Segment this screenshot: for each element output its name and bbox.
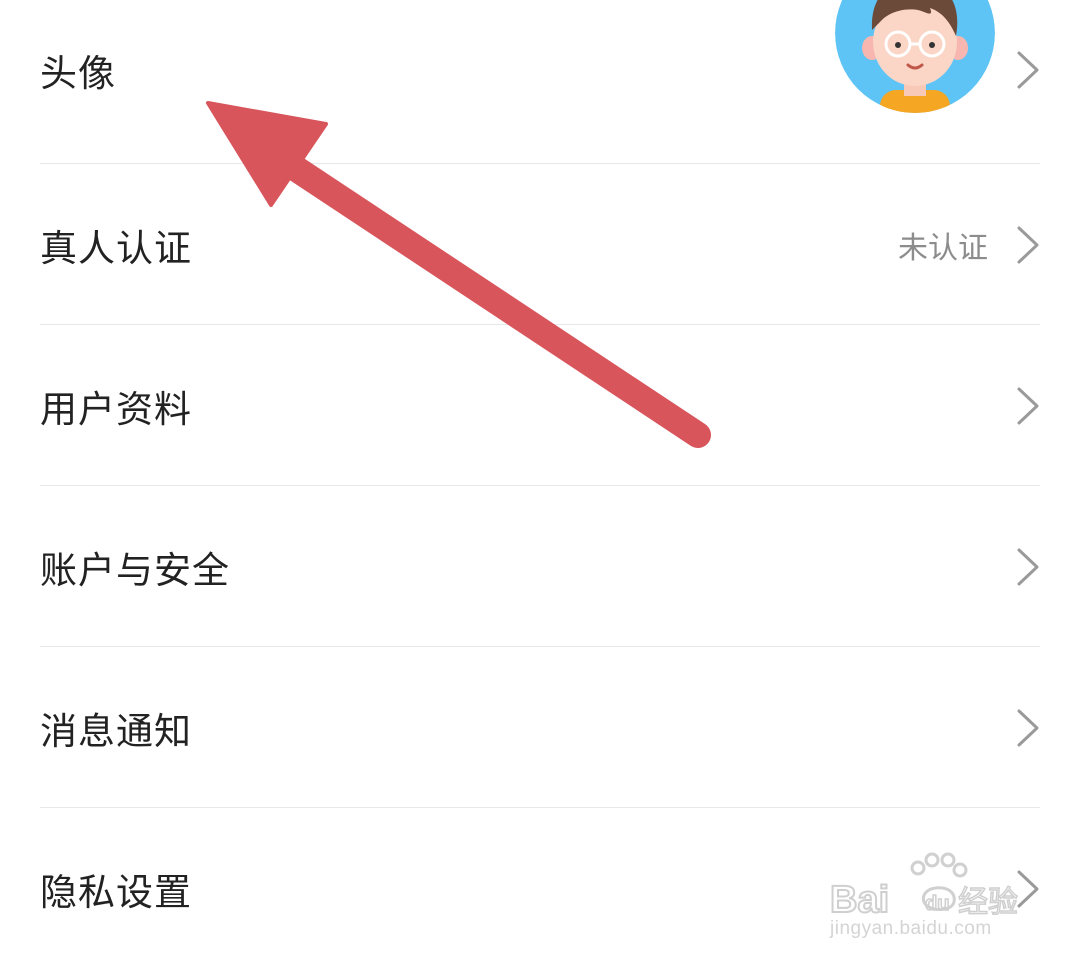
- svg-text:经验: 经验: [958, 885, 1018, 920]
- chevron-right-icon: [1017, 387, 1039, 424]
- settings-row-real-name-verification[interactable]: 真人认证 未认证: [0, 164, 1080, 325]
- chevron-right-icon: [1017, 226, 1039, 263]
- svg-text:Bai: Bai: [830, 879, 889, 921]
- settings-row-avatar[interactable]: 头像: [0, 0, 1080, 164]
- row-label-verification: 真人认证: [40, 226, 192, 270]
- verification-status: 未认证: [898, 230, 988, 266]
- chevron-right-icon: [1017, 709, 1039, 746]
- row-label-avatar: 头像: [40, 52, 116, 95]
- watermark-url: jingyan.baidu.com: [830, 918, 992, 939]
- settings-row-user-profile[interactable]: 用户资料: [0, 325, 1080, 486]
- svg-text:du: du: [925, 893, 949, 915]
- row-label-account-security: 账户与安全: [40, 548, 230, 592]
- chevron-right-icon: [1017, 51, 1039, 89]
- settings-row-account-security[interactable]: 账户与安全: [0, 486, 1080, 647]
- settings-row-notifications[interactable]: 消息通知: [0, 647, 1080, 808]
- row-label-user-profile: 用户资料: [40, 387, 192, 431]
- row-label-notifications: 消息通知: [40, 709, 192, 753]
- row-label-privacy: 隐私设置: [40, 870, 192, 914]
- user-avatar[interactable]: [834, 0, 996, 114]
- chevron-right-icon: [1017, 548, 1039, 585]
